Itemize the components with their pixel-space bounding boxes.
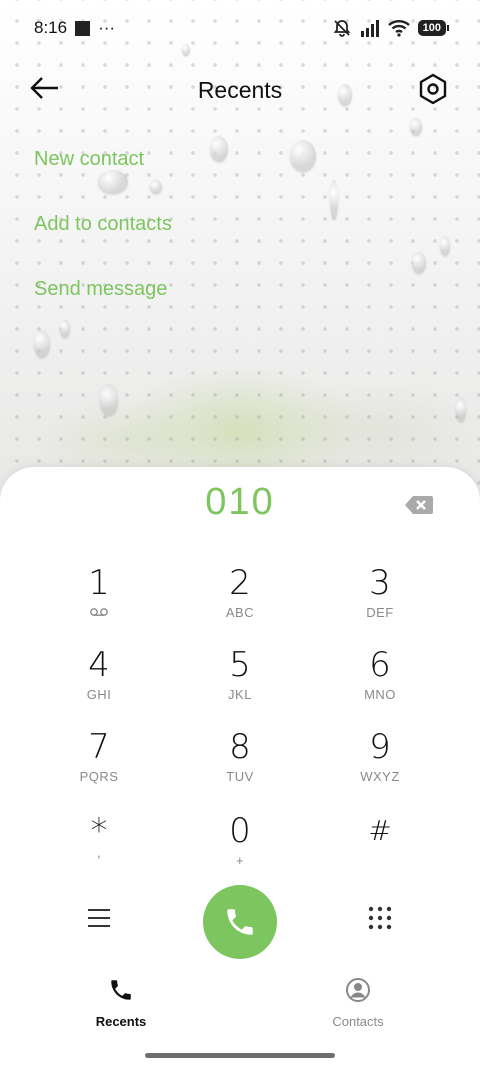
key-digit: 5 bbox=[229, 645, 251, 685]
key-2[interactable]: 2 ABC bbox=[185, 563, 295, 635]
key-letters: JKL bbox=[228, 687, 252, 702]
key-star[interactable]: * , bbox=[44, 811, 154, 883]
key-letters: WXYZ bbox=[360, 769, 400, 784]
key-digit: 1 bbox=[88, 563, 110, 603]
water-drop bbox=[330, 180, 338, 220]
nav-contacts-label: Contacts bbox=[332, 1014, 384, 1029]
back-button[interactable] bbox=[28, 74, 68, 106]
nav-recents-label: Recents bbox=[95, 1014, 147, 1029]
status-right: 100 bbox=[332, 18, 450, 38]
key-6[interactable]: 6 MNO bbox=[325, 645, 435, 717]
key-digit: 8 bbox=[229, 727, 251, 767]
new-contact-option[interactable]: New contact bbox=[34, 148, 144, 171]
water-drop bbox=[456, 398, 466, 422]
water-drop bbox=[150, 180, 162, 194]
key-letters: MNO bbox=[364, 687, 396, 702]
status-left: 8:16 ··· bbox=[34, 18, 115, 38]
key-1[interactable]: 1 bbox=[44, 563, 154, 635]
water-drop bbox=[412, 252, 426, 274]
status-bar: 8:16 ··· 100 bbox=[0, 0, 480, 56]
dialpad-sheet: 010 1 2 ABC 3 DEF 4 GHI 5 JKL 6 MNO 7 PQ… bbox=[0, 467, 480, 1066]
key-digit: 3 bbox=[369, 563, 391, 603]
notification-square-icon bbox=[75, 20, 91, 36]
water-drop bbox=[290, 140, 316, 172]
key-8[interactable]: 8 TUV bbox=[185, 727, 295, 799]
water-drop bbox=[100, 384, 118, 416]
status-time: 8:16 bbox=[34, 18, 68, 37]
menu-button[interactable] bbox=[86, 907, 112, 934]
nav-recents[interactable]: Recents bbox=[61, 977, 181, 1029]
mute-icon bbox=[333, 20, 350, 37]
backspace-icon bbox=[405, 496, 433, 514]
backspace-button[interactable] bbox=[404, 494, 434, 516]
key-0[interactable]: 0 + bbox=[185, 811, 295, 883]
voicemail-icon bbox=[44, 605, 154, 620]
key-9[interactable]: 9 WXYZ bbox=[325, 727, 435, 799]
water-drop bbox=[210, 136, 228, 162]
key-letters: GHI bbox=[86, 687, 112, 702]
water-drop bbox=[440, 236, 450, 256]
phone-icon bbox=[227, 909, 253, 935]
send-message-option[interactable]: Send message bbox=[34, 278, 167, 301]
key-digit: 6 bbox=[369, 645, 391, 685]
app-bar: Recents bbox=[0, 62, 480, 118]
key-letters: + bbox=[235, 853, 245, 868]
key-letters: DEF bbox=[366, 605, 394, 620]
dialpad-toggle-button[interactable] bbox=[368, 906, 392, 935]
signal-icon bbox=[360, 20, 379, 37]
water-drop bbox=[410, 118, 422, 136]
key-3[interactable]: 3 DEF bbox=[325, 563, 435, 635]
page-title: Recents bbox=[197, 76, 283, 103]
phone-icon bbox=[111, 980, 131, 1000]
dialpad-grid-icon bbox=[368, 906, 392, 930]
nav-contacts[interactable]: Contacts bbox=[298, 977, 418, 1029]
water-drop bbox=[60, 320, 70, 338]
status-overflow: ··· bbox=[98, 18, 116, 37]
water-drop bbox=[34, 330, 50, 358]
key-letters: , bbox=[96, 845, 102, 860]
battery-icon: 100 bbox=[417, 20, 450, 36]
key-letters: ABC bbox=[225, 605, 255, 620]
wifi-icon bbox=[387, 20, 410, 37]
settings-button[interactable] bbox=[416, 72, 450, 106]
home-indicator[interactable] bbox=[145, 1053, 335, 1058]
menu-lines-icon bbox=[88, 909, 110, 927]
key-5[interactable]: 5 JKL bbox=[185, 645, 295, 717]
key-4[interactable]: 4 GHI bbox=[44, 645, 154, 717]
back-arrow-icon bbox=[30, 77, 58, 99]
water-drop bbox=[98, 170, 128, 194]
key-digit: # bbox=[368, 814, 392, 847]
add-to-contacts-option[interactable]: Add to contacts bbox=[34, 213, 172, 236]
key-hash[interactable]: # bbox=[325, 811, 435, 883]
key-digit: 7 bbox=[88, 727, 110, 767]
key-letters: PQRS bbox=[79, 769, 119, 784]
contacts-person-icon bbox=[346, 978, 370, 1002]
call-button[interactable] bbox=[203, 885, 277, 959]
settings-hexagon-icon bbox=[419, 73, 447, 105]
key-letters: TUV bbox=[226, 769, 254, 784]
key-digit: 9 bbox=[369, 727, 391, 767]
key-digit: 4 bbox=[88, 645, 110, 685]
key-digit: 2 bbox=[229, 563, 251, 603]
key-7[interactable]: 7 PQRS bbox=[44, 727, 154, 799]
key-digit: 0 bbox=[229, 811, 251, 851]
